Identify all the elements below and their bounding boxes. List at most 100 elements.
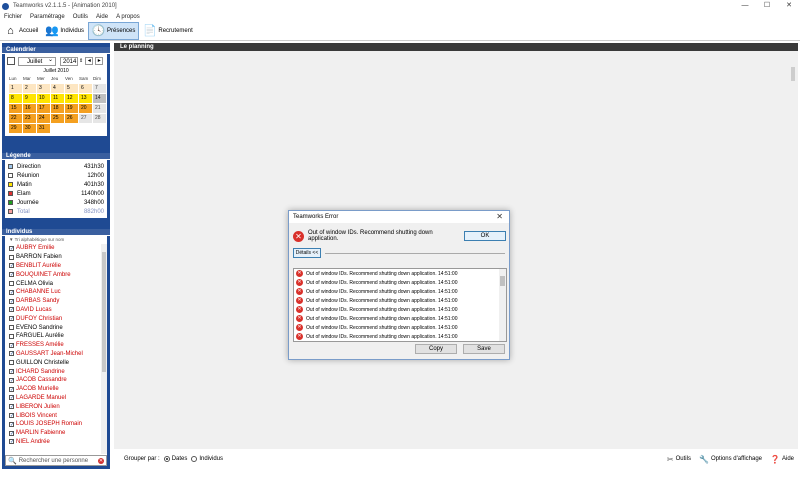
individu-checkbox[interactable]: ✓ [9, 430, 14, 436]
individu-checkbox[interactable]: ✓ [9, 395, 14, 401]
calendar-day-cell[interactable]: 3 [37, 84, 50, 93]
calendar-day-cell[interactable]: 16 [23, 104, 36, 113]
individu-checkbox[interactable]: ✓ [9, 263, 14, 269]
calendar-day-cell[interactable]: 2 [23, 84, 36, 93]
calendar-day-cell[interactable]: 13 [79, 94, 92, 103]
individu-checkbox[interactable]: ✓ [9, 307, 14, 313]
individu-item[interactable]: ✓ AUBRY Emilie [5, 244, 107, 253]
calendar-day-cell[interactable]: 21 [93, 104, 106, 113]
calendar-day-cell[interactable]: 6 [79, 84, 92, 93]
calendar-icon[interactable] [7, 57, 15, 65]
individu-item[interactable]: ✓ DAVID Lucas [5, 306, 107, 315]
individu-checkbox[interactable] [9, 333, 14, 339]
individu-checkbox[interactable]: ✓ [9, 351, 14, 357]
scrollbar-thumb[interactable] [102, 252, 106, 372]
individu-item[interactable]: ✓ NIEL Andrée [5, 438, 107, 447]
calendar-day-cell[interactable]: 4 [51, 84, 64, 93]
menu-outils[interactable]: Outils [73, 14, 88, 20]
next-month-icon[interactable]: ▸ [95, 57, 104, 65]
calendar-day-cell[interactable]: 20 [79, 104, 92, 113]
details-button[interactable]: Détails << [293, 248, 321, 258]
individu-item[interactable]: ✓ ICHARD Sandrine [5, 367, 107, 376]
error-log-list[interactable]: ✕ Out of window IDs. Recommend shutting d… [293, 268, 507, 342]
calendar-day-cell[interactable]: 30 [23, 124, 36, 133]
individu-checkbox[interactable]: ✓ [9, 289, 14, 295]
calendar-day-cell[interactable]: 9 [23, 94, 36, 103]
individu-checkbox[interactable]: ✓ [9, 298, 14, 304]
individu-item[interactable]: EVENO Sandrine [5, 323, 107, 332]
individu-checkbox[interactable]: ✓ [9, 272, 14, 278]
log-entry[interactable]: ✕ Out of window IDs. Recommend shutting d… [294, 287, 506, 296]
calendar-day-cell[interactable]: 18 [51, 104, 64, 113]
individu-checkbox[interactable]: ✓ [9, 413, 14, 419]
individu-item[interactable]: ✓ LIBOIS Vincent [5, 411, 107, 420]
individu-item[interactable]: ✓ JACOB Cassandre [5, 376, 107, 385]
individu-item[interactable]: ✓ LAGARDE Manuel [5, 394, 107, 403]
log-entry[interactable]: ✕ Out of window IDs. Recommend shutting d… [294, 296, 506, 305]
calendar-day-cell[interactable]: 17 [37, 104, 50, 113]
individu-checkbox[interactable]: ✓ [9, 386, 14, 392]
calendar-day-cell[interactable]: 23 [23, 114, 36, 123]
clear-search-icon[interactable]: ✕ [98, 457, 104, 464]
individu-item[interactable]: ✓ DARBAS Sandy [5, 297, 107, 306]
individu-checkbox[interactable] [9, 325, 14, 331]
calendar-day-cell[interactable]: 19 [65, 104, 78, 113]
menu-fichier[interactable]: Fichier [4, 14, 22, 20]
radio-individus-label[interactable]: Individus [199, 456, 223, 462]
individu-item[interactable]: GUILLON Christelle [5, 358, 107, 367]
search-input[interactable]: Rechercher une personne [19, 458, 98, 464]
search-person-box[interactable]: 🔍 Rechercher une personne ✕ [5, 455, 107, 466]
individu-checkbox[interactable]: ✓ [9, 377, 14, 383]
individu-checkbox[interactable]: ✓ [9, 421, 14, 427]
log-entry[interactable]: ✕ Out of window IDs. Recommend shutting d… [294, 323, 506, 332]
log-entry[interactable]: ✕ Out of window IDs. Recommend shutting d… [294, 305, 506, 314]
individu-item[interactable]: BARRON Fabien [5, 253, 107, 262]
individu-item[interactable]: ✓ BENBLIT Aurélie [5, 262, 107, 271]
prev-month-icon[interactable]: ◂ [85, 57, 94, 65]
minimize-icon[interactable]: — [734, 0, 756, 12]
toolbar-accueil-button[interactable]: ⌂ Accueil [1, 22, 41, 40]
year-spinner-icon[interactable]: ⇕ [79, 58, 83, 64]
month-select[interactable]: Juillet [18, 56, 56, 66]
dialog-close-icon[interactable]: ✕ [496, 212, 503, 221]
calendar-day-cell[interactable]: 11 [51, 94, 64, 103]
individu-item[interactable]: ✓ MARLIN Fabienne [5, 429, 107, 438]
log-entry[interactable]: ✕ Out of window IDs. Recommend shutting d… [294, 269, 506, 278]
calendar-day-cell[interactable]: 27 [79, 114, 92, 123]
individu-checkbox[interactable] [9, 254, 14, 260]
calendar-day-cell[interactable]: 1 [9, 84, 22, 93]
individu-checkbox[interactable]: ✓ [9, 404, 14, 410]
toolbar-presences-button[interactable]: 🕓 Présences [88, 21, 140, 40]
individu-item[interactable]: ✓ DUFOY Christian [5, 314, 107, 323]
planning-scrollbar-thumb[interactable] [791, 67, 795, 81]
calendar-day-cell[interactable]: 12 [65, 94, 78, 103]
calendar-day-cell[interactable]: 8 [9, 94, 22, 103]
radio-individus[interactable] [191, 456, 198, 462]
ok-button[interactable]: OK [464, 231, 506, 241]
individu-item[interactable]: FARGUEL Aurélie [5, 332, 107, 341]
individu-checkbox[interactable]: ✓ [9, 342, 14, 348]
calendar-day-cell[interactable]: 31 [37, 124, 50, 133]
individus-scrollbar[interactable] [101, 244, 107, 454]
individu-checkbox[interactable]: ✓ [9, 245, 14, 251]
individu-checkbox[interactable] [9, 360, 14, 366]
log-entry[interactable]: ✕ Out of window IDs. Recommend shutting d… [294, 278, 506, 287]
individu-checkbox[interactable]: ✓ [9, 369, 14, 375]
menu-a-propos[interactable]: A propos [116, 14, 140, 20]
calendar-day-cell[interactable]: 25 [51, 114, 64, 123]
outils-button[interactable]: ✂ Outils [667, 455, 691, 464]
close-icon[interactable]: ✕ [778, 0, 800, 12]
toolbar-individus-button[interactable]: 👥 Individus [42, 22, 87, 40]
individu-item[interactable]: ✓ FRESSES Amélie [5, 341, 107, 350]
calendar-day-cell[interactable]: 22 [9, 114, 22, 123]
individu-item[interactable]: ✓ BOUQUINET Ambre [5, 270, 107, 279]
sort-label[interactable]: ▼ Tri alphabétique sur nom [5, 236, 107, 244]
radio-dates[interactable] [163, 456, 170, 462]
calendar-day-cell[interactable]: 15 [9, 104, 22, 113]
aide-button[interactable]: ❓ Aide [770, 455, 794, 464]
year-input[interactable]: 2014 [60, 56, 78, 66]
individu-checkbox[interactable] [9, 281, 14, 287]
individu-item[interactable]: ✓ LOUIS JOSEPH Romain [5, 420, 107, 429]
individu-item[interactable]: ✓ CHABANNE Luc [5, 288, 107, 297]
calendar-day-cell[interactable]: 14 [93, 94, 106, 103]
